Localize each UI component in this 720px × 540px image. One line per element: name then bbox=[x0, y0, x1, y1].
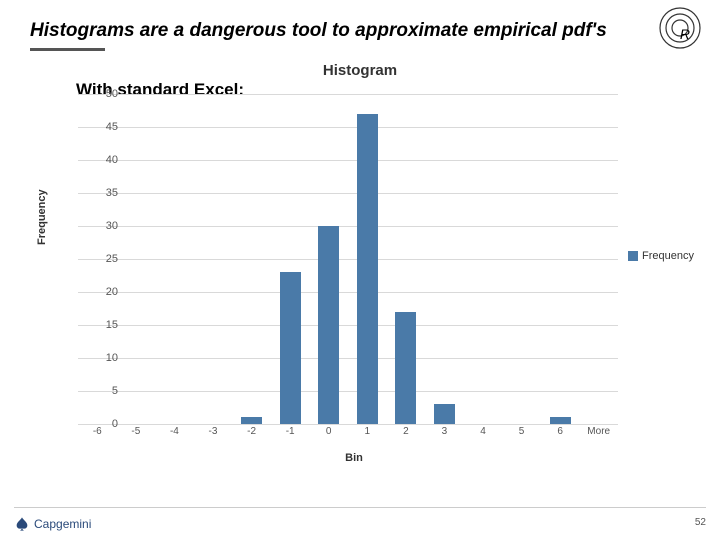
histogram-chart: Frequency Bin Frequency 0510152025303540… bbox=[44, 90, 664, 470]
grid-line bbox=[78, 424, 618, 425]
x-tick-label: 1 bbox=[365, 426, 371, 437]
x-tick-label: 2 bbox=[403, 426, 409, 437]
x-tick-label: 6 bbox=[557, 426, 563, 437]
y-tick-label: 35 bbox=[90, 187, 118, 199]
bar bbox=[280, 272, 301, 424]
legend-swatch bbox=[628, 251, 638, 261]
title-underline bbox=[30, 48, 105, 51]
bar bbox=[395, 312, 416, 424]
y-tick-label: 45 bbox=[90, 121, 118, 133]
spade-icon bbox=[14, 516, 30, 532]
page-number: 52 bbox=[695, 517, 706, 528]
y-tick-label: 5 bbox=[90, 385, 118, 397]
y-tick-label: 30 bbox=[90, 220, 118, 232]
x-tick-label: 4 bbox=[480, 426, 486, 437]
chart-title: Histogram bbox=[0, 62, 720, 79]
grid-line bbox=[78, 391, 618, 392]
bar bbox=[318, 226, 339, 424]
x-tick-label: -2 bbox=[247, 426, 256, 437]
y-tick-label: 25 bbox=[90, 253, 118, 265]
grid-line bbox=[78, 160, 618, 161]
footer-divider bbox=[14, 507, 706, 508]
footer-brand: Capgemini bbox=[14, 516, 91, 532]
grid-line bbox=[78, 292, 618, 293]
logo-letter: R bbox=[680, 26, 690, 42]
bar bbox=[241, 417, 262, 424]
grid-line bbox=[78, 193, 618, 194]
x-tick-label: 0 bbox=[326, 426, 332, 437]
legend: Frequency bbox=[628, 250, 694, 262]
y-tick-label: 50 bbox=[90, 88, 118, 100]
grid-line bbox=[78, 325, 618, 326]
y-tick-label: 40 bbox=[90, 154, 118, 166]
footer-brand-text: Capgemini bbox=[34, 517, 91, 531]
x-tick-label: -1 bbox=[286, 426, 295, 437]
page-title: Histograms are a dangerous tool to appro… bbox=[30, 20, 700, 42]
y-tick-label: 10 bbox=[90, 352, 118, 364]
bar bbox=[434, 404, 455, 424]
grid-line bbox=[78, 94, 618, 95]
legend-label: Frequency bbox=[642, 250, 694, 262]
x-tick-label: 3 bbox=[442, 426, 448, 437]
y-tick-label: 20 bbox=[90, 286, 118, 298]
x-tick-label: -6 bbox=[93, 426, 102, 437]
x-tick-label: More bbox=[587, 426, 610, 437]
x-axis-label: Bin bbox=[44, 452, 664, 464]
y-axis-label: Frequency bbox=[36, 189, 48, 245]
grid-line bbox=[78, 358, 618, 359]
x-tick-label: -5 bbox=[131, 426, 140, 437]
x-tick-label: 5 bbox=[519, 426, 525, 437]
bar bbox=[357, 114, 378, 424]
x-tick-label: -3 bbox=[209, 426, 218, 437]
bar bbox=[550, 417, 571, 424]
x-tick-label: -4 bbox=[170, 426, 179, 437]
grid-line bbox=[78, 259, 618, 260]
grid-line bbox=[78, 127, 618, 128]
y-tick-label: 15 bbox=[90, 319, 118, 331]
plot-area bbox=[78, 94, 618, 424]
grid-line bbox=[78, 226, 618, 227]
